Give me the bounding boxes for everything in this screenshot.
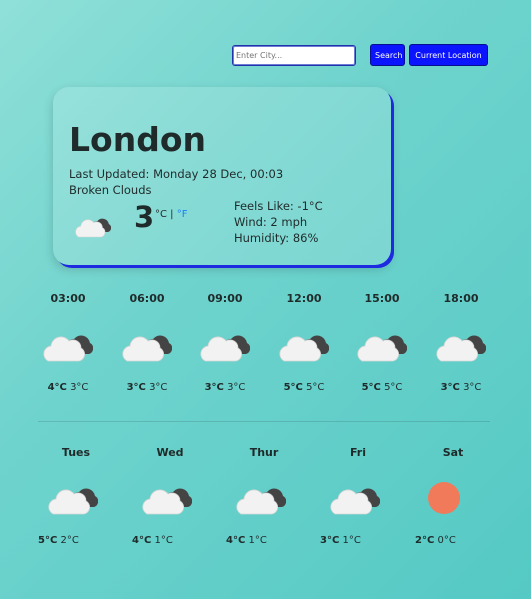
unit-toggle: °C | °F bbox=[155, 209, 187, 220]
day-temp: 4°C 1°C bbox=[132, 535, 202, 546]
clear-sun-icon bbox=[415, 481, 485, 521]
wind: Wind: 2 mph bbox=[234, 215, 308, 229]
temp-high: 4°C bbox=[132, 535, 152, 546]
day-name: Fri bbox=[349, 446, 366, 459]
day-temp: 3°C 1°C bbox=[320, 535, 390, 546]
temp-low: 3°C bbox=[149, 382, 168, 393]
hourly-item: 15:00 5°C 5°C bbox=[352, 292, 412, 393]
hour-temp: 4°C 3°C bbox=[38, 382, 98, 393]
hour-time: 18:00 bbox=[443, 292, 479, 305]
temp-high: 3°C bbox=[204, 382, 224, 393]
temp-low: 1°C bbox=[248, 535, 267, 546]
hourly-item: 12:00 5°C 5°C bbox=[274, 292, 334, 393]
temp-low: 5°C bbox=[306, 382, 325, 393]
weather-description: Broken Clouds bbox=[69, 183, 152, 197]
hour-time: 03:00 bbox=[50, 292, 86, 305]
hourly-item: 09:00 3°C 3°C bbox=[195, 292, 255, 393]
temp-high: 4°C bbox=[47, 382, 67, 393]
hour-time: 15:00 bbox=[364, 292, 400, 305]
temp-high: 2°C bbox=[415, 535, 435, 546]
temp-high: 5°C bbox=[283, 382, 303, 393]
broken-clouds-icon bbox=[431, 328, 491, 368]
temp-high: 3°C bbox=[440, 382, 460, 393]
feels-like: Feels Like: -1°C bbox=[234, 199, 323, 213]
temp-low: 1°C bbox=[342, 535, 361, 546]
broken-clouds-icon bbox=[320, 481, 390, 521]
temp-low: 0°C bbox=[437, 535, 456, 546]
hourly-item: 06:00 3°C 3°C bbox=[117, 292, 177, 393]
day-name: Wed bbox=[156, 446, 184, 459]
temp-high: 5°C bbox=[361, 382, 381, 393]
city-search-input[interactable] bbox=[232, 44, 356, 66]
temp-low: 5°C bbox=[384, 382, 403, 393]
broken-clouds-icon bbox=[75, 213, 111, 243]
temp-high: 5°C bbox=[38, 535, 58, 546]
hour-time: 09:00 bbox=[207, 292, 243, 305]
day-temp: 5°C 2°C bbox=[38, 535, 108, 546]
hourly-item: 03:00 4°C 3°C bbox=[38, 292, 98, 393]
hourly-item: 18:00 3°C 3°C bbox=[431, 292, 491, 393]
unit-separator: | bbox=[166, 209, 177, 220]
broken-clouds-icon bbox=[38, 481, 108, 521]
search-bar: Search Current Location bbox=[232, 44, 488, 66]
hour-time: 12:00 bbox=[286, 292, 322, 305]
broken-clouds-icon bbox=[38, 328, 98, 368]
broken-clouds-icon bbox=[195, 328, 255, 368]
hour-temp: 5°C 5°C bbox=[352, 382, 412, 393]
daily-item: Thur 4°C 1°C bbox=[226, 446, 296, 546]
hour-temp: 3°C 3°C bbox=[117, 382, 177, 393]
last-updated-text: Last Updated: Monday 28 Dec, 00:03 bbox=[69, 167, 284, 181]
daily-item: Tues 5°C 2°C bbox=[38, 446, 108, 546]
city-name: London bbox=[69, 120, 206, 159]
temp-high: 3°C bbox=[126, 382, 146, 393]
day-name: Sat bbox=[442, 446, 464, 459]
daily-item: Wed 4°C 1°C bbox=[132, 446, 202, 546]
temp-low: 3°C bbox=[227, 382, 246, 393]
temp-high: 4°C bbox=[226, 535, 246, 546]
hour-temp: 5°C 5°C bbox=[274, 382, 334, 393]
daily-item: Fri 3°C 1°C bbox=[320, 446, 390, 546]
current-temperature: 3 bbox=[134, 200, 155, 234]
unit-fahrenheit-link[interactable]: °F bbox=[177, 209, 188, 220]
day-name: Tues bbox=[61, 446, 91, 459]
search-button[interactable]: Search bbox=[370, 44, 405, 66]
weather-details: Feels Like: -1°C Wind: 2 mph Humidity: 8… bbox=[234, 198, 323, 246]
humidity: Humidity: 86% bbox=[234, 231, 319, 245]
temp-low: 3°C bbox=[70, 382, 89, 393]
temp-low: 1°C bbox=[154, 535, 173, 546]
day-name: Thur bbox=[249, 446, 279, 459]
unit-celsius[interactable]: °C bbox=[155, 209, 167, 220]
day-temp: 2°C 0°C bbox=[415, 535, 485, 546]
temp-low: 3°C bbox=[463, 382, 482, 393]
hour-temp: 3°C 3°C bbox=[431, 382, 491, 393]
broken-clouds-icon bbox=[352, 328, 412, 368]
broken-clouds-icon bbox=[117, 328, 177, 368]
daily-item: Sat 2°C 0°C bbox=[415, 446, 485, 546]
broken-clouds-icon bbox=[274, 328, 334, 368]
current-location-button[interactable]: Current Location bbox=[409, 44, 488, 66]
hour-time: 06:00 bbox=[129, 292, 165, 305]
temp-low: 2°C bbox=[60, 535, 79, 546]
temp-high: 3°C bbox=[320, 535, 340, 546]
current-weather-card: London Last Updated: Monday 28 Dec, 00:0… bbox=[53, 87, 391, 265]
section-divider bbox=[38, 421, 490, 422]
hour-temp: 3°C 3°C bbox=[195, 382, 255, 393]
broken-clouds-icon bbox=[132, 481, 202, 521]
day-temp: 4°C 1°C bbox=[226, 535, 296, 546]
broken-clouds-icon bbox=[226, 481, 296, 521]
